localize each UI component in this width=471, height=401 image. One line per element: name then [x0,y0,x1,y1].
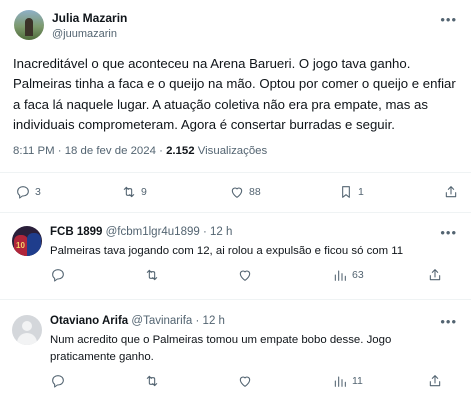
reply-icon [52,375,64,388]
views-label: Visualizações [197,145,268,157]
bookmark-icon [342,186,350,198]
heart-icon [231,187,243,198]
tweet-time[interactable]: 8:11 PM [13,145,55,157]
divider [0,299,471,300]
like-count: 88 [249,186,261,198]
views-count: 11 [352,375,363,387]
retweet-button[interactable] [144,263,160,287]
divider [0,172,471,173]
reply-count: 3 [35,186,41,198]
views-button[interactable]: 63 [332,263,364,287]
reply-text: Palmeiras tava jogando com 12, ai rolou … [50,245,404,257]
retweet-icon [123,186,135,198]
retweet-icon [146,269,158,281]
analytics-icon [334,270,346,281]
separator: · [159,145,163,157]
views-button[interactable]: 11 [332,369,363,393]
reply-actions: 11 [0,369,471,393]
views-count: 63 [352,269,364,281]
tweet-date[interactable]: 18 de fev de 2024 [65,145,156,157]
retweet-icon [146,375,158,387]
tweet-actions: 3 9 88 1 [0,180,471,204]
reply-author-name[interactable]: FCB 1899 [50,226,102,238]
reply-header: Otaviano Arifa @Tavinarifa · 12 h [50,315,225,327]
separator: · [202,226,207,238]
author-handle[interactable]: @juumazarin [52,28,117,40]
reply-text: Num acredito que o Palmeiras tomou um em… [50,334,392,363]
share-icon [429,269,441,281]
reply-author-handle[interactable]: @fcbm1lgr4u1899 [106,226,200,238]
share-icon [445,186,457,198]
divider [0,212,471,213]
reply-author-name[interactable]: Otaviano Arifa [50,315,128,327]
more-horizontal-icon[interactable]: ••• [440,12,457,27]
tweet-text: Inacreditável o que aconteceu na Arena B… [13,56,456,132]
bookmark-count: 1 [358,186,364,198]
reply-actions: 63 [0,263,471,287]
share-icon [429,375,441,387]
avatar[interactable]: 10 [12,226,42,256]
separator: · [195,315,200,327]
separator: · [57,145,62,157]
reply-time[interactable]: 12 h [210,226,232,238]
avatar[interactable] [12,315,42,345]
reply-time[interactable]: 12 h [203,315,225,327]
like-button[interactable] [237,263,253,287]
views-count: 2.152 [166,145,195,157]
avatar[interactable] [14,10,44,40]
reply-button[interactable]: 3 [15,180,41,204]
more-horizontal-icon[interactable]: ••• [440,314,457,329]
reply-header: FCB 1899 @fcbm1lgr4u1899 · 12 h [50,226,232,238]
reply-icon [52,269,64,282]
heart-icon [239,376,251,387]
share-button[interactable] [427,263,443,287]
bookmark-button[interactable]: 1 [338,180,364,204]
retweet-count: 9 [141,186,147,198]
tweet-metadata: 8:11 PM · 18 de fev de 2024 · 2.152 Visu… [13,145,267,157]
share-button[interactable] [427,369,443,393]
share-button[interactable] [443,180,459,204]
like-button[interactable]: 88 [229,180,261,204]
reply-button[interactable] [50,369,66,393]
more-horizontal-icon[interactable]: ••• [440,225,457,240]
retweet-button[interactable]: 9 [121,180,147,204]
author-name[interactable]: Julia Mazarin [52,11,127,25]
analytics-icon [334,376,346,387]
reply-button[interactable] [50,263,66,287]
heart-icon [239,270,251,281]
like-button[interactable] [237,369,253,393]
reply-icon [17,186,29,199]
reply-author-handle[interactable]: @Tavinarifa [131,315,192,327]
retweet-button[interactable] [144,369,160,393]
